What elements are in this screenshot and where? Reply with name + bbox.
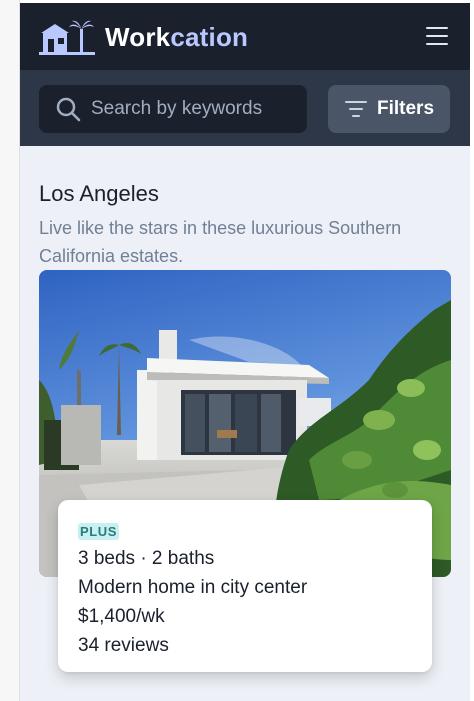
search-input[interactable] <box>89 88 303 130</box>
hamburger-menu-icon[interactable] <box>426 27 448 45</box>
brand-prefix: Work <box>105 22 171 52</box>
house-palm-logo-icon <box>39 20 95 55</box>
brand-logo[interactable]: Workcation <box>39 19 248 55</box>
search-field[interactable] <box>39 85 307 133</box>
filter-lines-icon <box>345 101 367 117</box>
listing-card[interactable]: PLUS 3 beds · 2 baths Modern home in cit… <box>58 500 432 672</box>
search-toolbar: Filters <box>20 70 470 146</box>
brand-name: Workcation <box>105 19 248 55</box>
listing-title: Modern home in city center <box>78 577 308 598</box>
plus-badge: PLUS <box>78 523 120 540</box>
listing-rooms: 3 beds · 2 baths <box>78 548 215 569</box>
window-left-edge <box>0 0 20 701</box>
city-title: Los Angeles <box>39 181 159 206</box>
brand-suffix: cation <box>170 22 249 52</box>
top-navbar: Workcation <box>20 3 470 70</box>
listing-reviews: 34 reviews <box>78 635 169 656</box>
filters-button[interactable]: Filters <box>328 85 450 133</box>
search-icon <box>56 97 81 122</box>
city-description: Live like the stars in these luxurious S… <box>39 218 402 266</box>
app-container: Workcation Filters Los Angeles Live like… <box>20 3 470 701</box>
listing-price: $1,400/wk <box>78 606 165 627</box>
filters-label: Filters <box>377 98 435 119</box>
